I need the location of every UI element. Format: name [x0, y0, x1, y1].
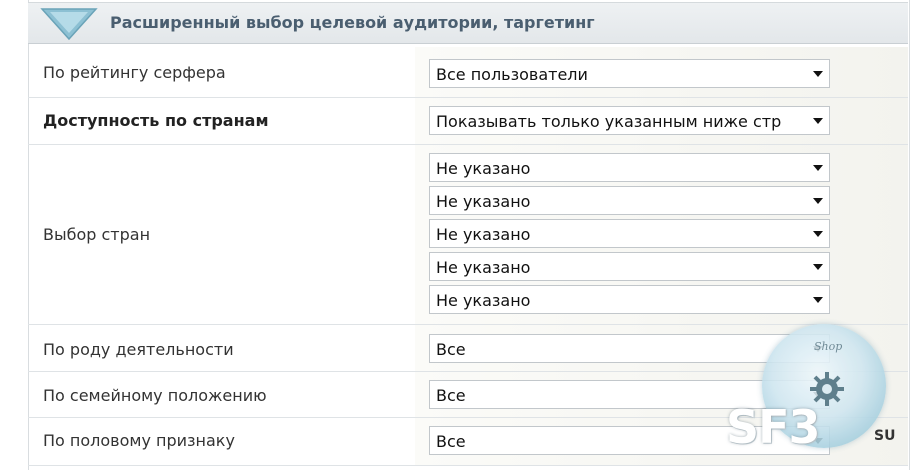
country-select-4[interactable]: Не указано: [429, 252, 830, 281]
occupation-label: По роду деятельности: [43, 340, 234, 359]
collapse-triangle-icon[interactable]: [40, 7, 98, 41]
country-selection-label: Выбор стран: [43, 225, 151, 244]
dropdown-arrow-icon: [813, 264, 823, 270]
country-select-3[interactable]: Не указано: [429, 219, 830, 248]
watermark-text: SF3: [726, 400, 821, 454]
row-country-availability: Доступность по странам Показывать только…: [28, 98, 908, 145]
gender-label: По половому признаку: [43, 431, 235, 450]
watermark-suffix: SU: [874, 428, 896, 444]
country-select-2[interactable]: Не указано: [429, 186, 830, 215]
country-availability-label: Доступность по странам: [43, 111, 269, 130]
section-header[interactable]: Расширенный выбор целевой аудитории, тар…: [28, 2, 908, 44]
row-country-selection: Выбор стран Не указано Не указано Не ука…: [28, 145, 908, 325]
country-select-5[interactable]: Не указано: [429, 285, 830, 314]
surfer-rating-label: По рейтингу серфера: [43, 63, 226, 82]
dropdown-arrow-icon: [813, 118, 823, 124]
dropdown-arrow-icon: [813, 71, 823, 77]
dropdown-arrow-icon: [813, 165, 823, 171]
select-value: Не указано: [436, 159, 531, 178]
select-value: Не указано: [436, 258, 531, 277]
watermark-shop-text: Shop: [814, 340, 843, 353]
dropdown-arrow-icon: [813, 231, 823, 237]
surfer-rating-select[interactable]: Все пользователи: [429, 59, 830, 88]
country-availability-select[interactable]: Показывать только указанным ниже стр: [429, 106, 830, 135]
select-value: Не указано: [436, 192, 531, 211]
watermark-logo: Shop SF3 SU: [722, 318, 920, 470]
select-value: Не указано: [436, 291, 531, 310]
row-surfer-rating: По рейтингу серфера Все пользователи: [28, 47, 908, 98]
marital-status-label: По семейному положению: [43, 386, 267, 405]
section-title: Расширенный выбор целевой аудитории, тар…: [110, 13, 595, 32]
select-value: Показывать только указанным ниже стр: [436, 112, 782, 131]
dropdown-arrow-icon: [813, 198, 823, 204]
select-value: Не указано: [436, 225, 531, 244]
country-select-1[interactable]: Не указано: [429, 153, 830, 182]
select-value: Все пользователи: [436, 65, 588, 84]
dropdown-arrow-icon: [813, 297, 823, 303]
